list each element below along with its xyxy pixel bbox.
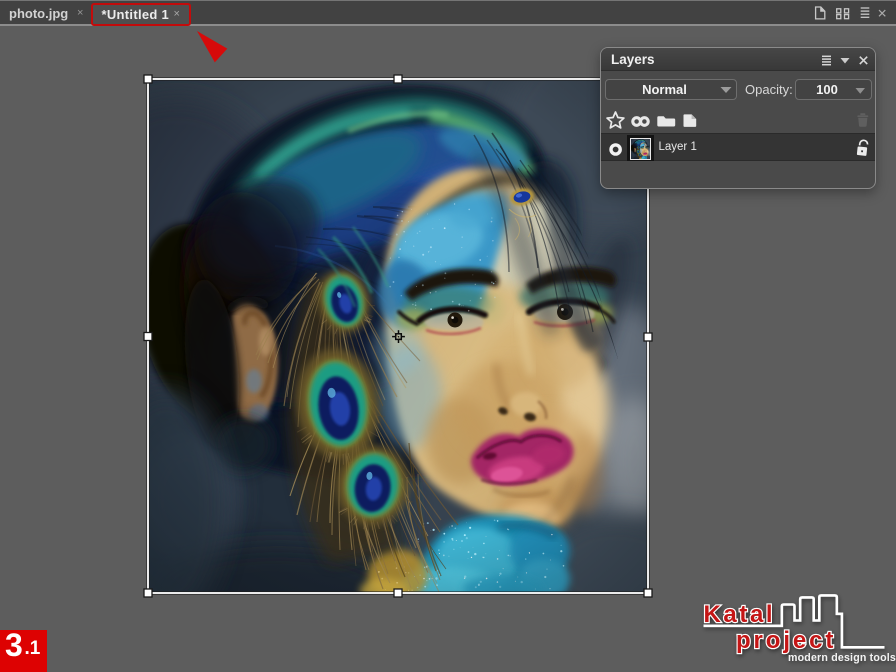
svg-text:modern design tools: modern design tools	[788, 652, 896, 664]
svg-text:Katal: Katal	[704, 601, 776, 628]
svg-text:project: project	[736, 627, 836, 654]
